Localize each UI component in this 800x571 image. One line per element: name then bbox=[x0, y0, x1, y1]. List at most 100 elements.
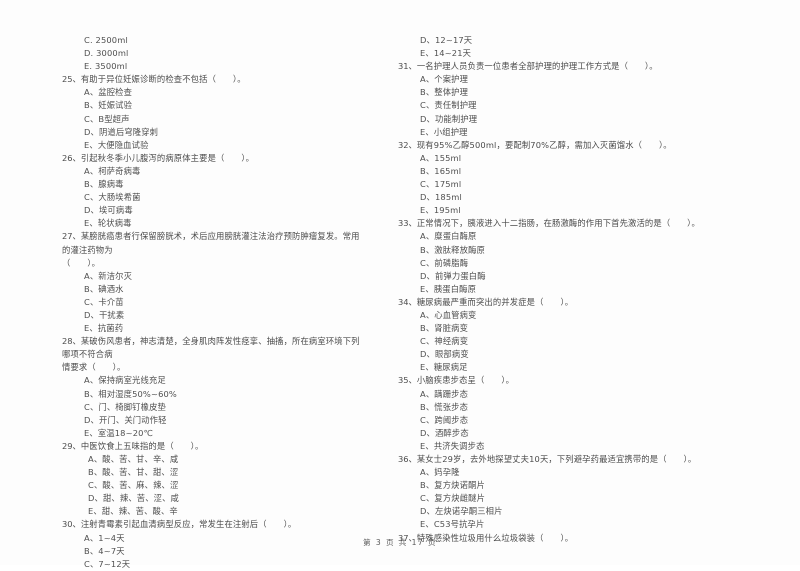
option-item: C、跨阈步态 bbox=[420, 414, 469, 425]
option-item: B、相对湿度50%~60% bbox=[84, 388, 177, 399]
option-item: A、心血管病变 bbox=[420, 309, 477, 320]
option-item: A、妈孕隆 bbox=[420, 467, 460, 478]
question-text: 一名护理人员负责一位患者全部护理的护理工作方式是（ ）。 bbox=[416, 61, 658, 72]
option-item: C、复方炔雌醚片 bbox=[420, 493, 486, 504]
option-item: D、功能制护理 bbox=[420, 113, 478, 124]
question-number: 25、 bbox=[62, 74, 81, 85]
question-number: 36、 bbox=[398, 454, 417, 464]
option-item: A、柯萨奇病毒 bbox=[84, 165, 141, 176]
option-item: A、酸、苦、甘、辛、咸 bbox=[88, 454, 179, 464]
question-text: 糖尿病最严重而突出的并发症是（ ）。 bbox=[416, 296, 574, 307]
option-item: D、185ml bbox=[420, 192, 462, 203]
question-number: 28、 bbox=[62, 336, 81, 347]
option-item: D、12~17天 bbox=[420, 35, 473, 45]
option-item: C、神经病变 bbox=[420, 336, 469, 347]
question-block: 35、小脑疾患步态呈（ ）。 A、蹒跚步态 B、慌张步态 C、跨阈步态 D、酒醉… bbox=[398, 374, 730, 453]
question-number: 30、 bbox=[62, 519, 81, 530]
option-item: B、碘酒水 bbox=[84, 283, 124, 294]
question-stem: 32、现有95%乙醇500ml，要配制70%乙醇，需加入灭菌馏水（ ）。 bbox=[398, 139, 730, 152]
question-block: 25、有助于异位妊娠诊断的检查不包括（ ）。 A、盆腔检查 B、妊娠试验 C、B… bbox=[62, 73, 362, 152]
question-text: 正常情况下，胰液进入十二指肠，在肠激酶的作用下首先激活的是（ ）。 bbox=[416, 218, 700, 229]
option-item: E、14~21天 bbox=[420, 48, 472, 59]
question-block: 28、某破伤风患者，神志清楚，全身肌肉阵发性痉挛、抽搐，所在病室环境下列哪项不符… bbox=[62, 335, 362, 440]
option-item: C、门、椅脚钉橡皮垫 bbox=[84, 401, 166, 412]
question-block: 33、正常情况下，胰液进入十二指肠，在肠激酶的作用下首先激活的是（ ）。 A、糜… bbox=[398, 217, 730, 296]
option-item: E、小组护理 bbox=[420, 126, 468, 137]
option-item: C、175ml bbox=[420, 179, 462, 190]
option-item: D. 3000ml bbox=[84, 48, 129, 59]
option-item: C、酸、苦、麻、辣、涩 bbox=[88, 480, 179, 491]
option-item: A、新洁尔灭 bbox=[84, 270, 133, 281]
option-item: E、大便隐血试验 bbox=[84, 139, 149, 150]
question-block: 36、某女士29岁，去外地探望丈夫10天，下列避孕药最适宜携带的是（ ）。 A、… bbox=[398, 453, 730, 532]
option-item: D、眼部病变 bbox=[420, 349, 469, 360]
question-text: 有助于异位妊娠诊断的检查不包括（ ）。 bbox=[80, 74, 246, 85]
option-item: C、前磷脂酶 bbox=[420, 257, 469, 268]
option-item: E、糖尿病足 bbox=[420, 362, 468, 373]
question-number: 33、 bbox=[398, 218, 417, 229]
option-item: E. 3500ml bbox=[84, 61, 128, 72]
option-item: B、165ml bbox=[420, 165, 462, 176]
page-footer-text: 第 3 页 共 17 页 bbox=[363, 538, 437, 547]
option-item: A、糜蛋白酶原 bbox=[420, 231, 477, 242]
page-footer: 第 3 页 共 17 页 bbox=[0, 537, 800, 548]
question-number: 32、 bbox=[398, 139, 417, 150]
question-stem-continuation: 情要求（ ）。 bbox=[62, 362, 126, 373]
option-item: D、阴道后穹隆穿刺 bbox=[84, 126, 159, 137]
question-text: 某破伤风患者，神志清楚，全身肌肉阵发性痉挛、抽搐，所在病室环境下列哪项不符合病 bbox=[62, 336, 360, 360]
option-item: B、慌张步态 bbox=[420, 401, 469, 412]
option-item: C、卡介苗 bbox=[84, 296, 124, 307]
option-item: B、腺病毒 bbox=[84, 179, 124, 190]
option-item: C、B型超声 bbox=[84, 113, 130, 124]
question-stem: 30、注射青霉素引起血清病型反应，常发生在注射后（ ）。 bbox=[62, 518, 362, 531]
question-stem: 29、中医饮食上五味指的是（ ）。 bbox=[62, 440, 362, 453]
question-stem: 27、某膀胱癌患者行保留膀胱术，术后应用膀胱灌注法治疗预防肿瘤复发。常用的灌注药… bbox=[62, 230, 362, 256]
question-number: 27、 bbox=[62, 231, 81, 242]
option-item: C. 2500ml bbox=[84, 35, 128, 45]
option-item: B、酸、苦、甘、甜、涩 bbox=[88, 467, 179, 478]
option-item: D、甜、辣、苦、涩、咸 bbox=[88, 493, 180, 504]
option-item: C、责任制护理 bbox=[420, 100, 477, 111]
question-text: 某女士29岁，去外地探望丈夫10天，下列避孕药最适宜携带的是（ ）。 bbox=[416, 454, 697, 464]
option-item: E、C53号抗孕片 bbox=[420, 519, 485, 530]
question-text: 某膀胱癌患者行保留膀胱术，术后应用膀胱灌注法治疗预防肿瘤复发。常用的灌注药物为 bbox=[62, 231, 360, 255]
option-item: E、抗菌药 bbox=[84, 323, 124, 334]
option-item: E、甜、辣、苦、酸、辛 bbox=[88, 506, 178, 517]
question-number: 31、 bbox=[398, 61, 417, 72]
question-number: 26、 bbox=[62, 152, 81, 163]
question-stem: 31、一名护理人员负责一位患者全部护理的护理工作方式是（ ）。 bbox=[398, 60, 730, 73]
question-stem: 25、有助于异位妊娠诊断的检查不包括（ ）。 bbox=[62, 73, 362, 86]
option-item: B、妊娠试验 bbox=[84, 100, 133, 111]
two-column-body: C. 2500ml D. 3000ml E. 3500ml 25、有助于异位妊娠… bbox=[0, 34, 800, 571]
option-item: B、激肽释放酶原 bbox=[420, 244, 485, 255]
option-item: D、左炔诺孕酮三相片 bbox=[420, 506, 503, 517]
option-item: A、个案护理 bbox=[420, 74, 469, 85]
question-text: 中医饮食上五味指的是（ ）。 bbox=[80, 440, 204, 451]
question-text: 引起秋冬季小儿腹泻的病原体主要是（ ）。 bbox=[80, 152, 255, 163]
option-item: D、酒醉步态 bbox=[420, 427, 469, 438]
option-item: E、共济失调步态 bbox=[420, 440, 485, 451]
option-item: B、肾脏病变 bbox=[420, 323, 469, 334]
question-number: 34、 bbox=[398, 296, 417, 307]
option-item: C、7~12天 bbox=[84, 558, 131, 569]
question-stem: 26、引起秋冬季小儿腹泻的病原体主要是（ ）。 bbox=[62, 152, 362, 165]
scanned-page: C. 2500ml D. 3000ml E. 3500ml 25、有助于异位妊娠… bbox=[0, 0, 800, 569]
option-item: C、大肠埃希菌 bbox=[84, 192, 141, 203]
question-stem: 28、某破伤风患者，神志清楚，全身肌肉阵发性痉挛、抽搐，所在病室环境下列哪项不符… bbox=[62, 335, 362, 361]
option-item: D、开门、关门动作轻 bbox=[84, 414, 167, 425]
left-text-column: C. 2500ml D. 3000ml E. 3500ml 25、有助于异位妊娠… bbox=[0, 34, 368, 571]
question-block: 31、一名护理人员负责一位患者全部护理的护理工作方式是（ ）。 A、个案护理 B… bbox=[398, 60, 730, 139]
option-item: A、蹒跚步态 bbox=[420, 388, 469, 399]
question-stem-continuation: （ ）。 bbox=[62, 257, 101, 268]
question-text: 小脑疾患步态呈（ ）。 bbox=[416, 375, 515, 386]
option-item: B、整体护理 bbox=[420, 87, 469, 98]
option-item: A、155ml bbox=[420, 152, 462, 163]
question-stem: 33、正常情况下，胰液进入十二指肠，在肠激酶的作用下首先激活的是（ ）。 bbox=[398, 217, 730, 230]
question-block: 26、引起秋冬季小儿腹泻的病原体主要是（ ）。 A、柯萨奇病毒 B、腺病毒 C、… bbox=[62, 152, 362, 231]
question-block: 27、某膀胱癌患者行保留膀胱术，术后应用膀胱灌注法治疗预防肿瘤复发。常用的灌注药… bbox=[62, 230, 362, 335]
question-number: 35、 bbox=[398, 375, 417, 386]
option-item: D、前弹力蛋白酶 bbox=[420, 270, 486, 281]
option-item: A、保持病室光线充足 bbox=[84, 375, 166, 386]
option-item: B、复方炔诺酮片 bbox=[420, 480, 485, 491]
question-text: 注射青霉素引起血清病型反应，常发生在注射后（ ）。 bbox=[80, 519, 297, 530]
